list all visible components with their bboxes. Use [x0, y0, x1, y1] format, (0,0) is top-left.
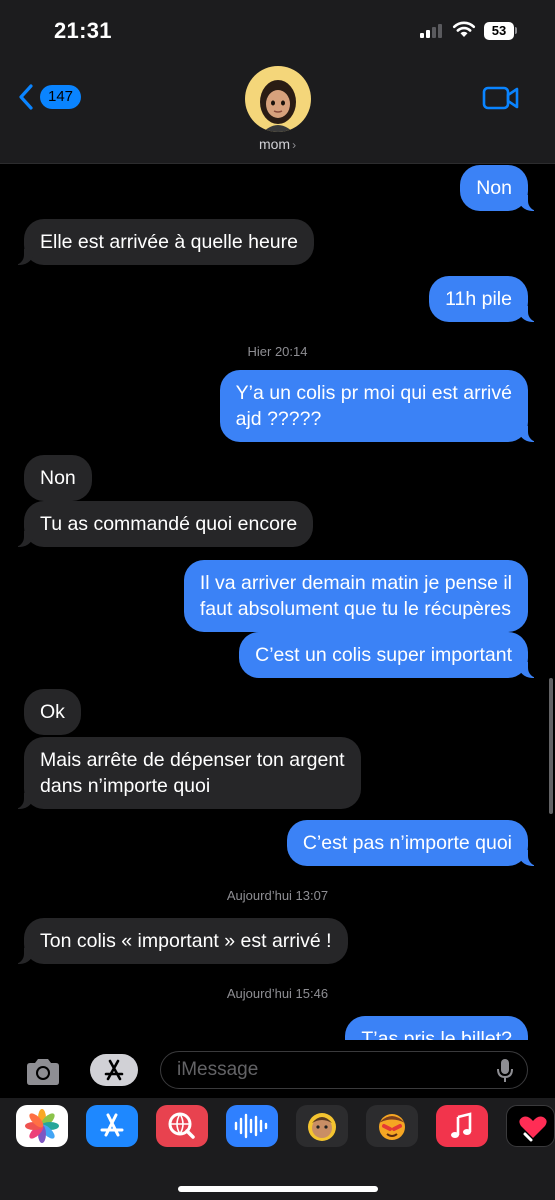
back-button[interactable]: 147	[18, 82, 88, 112]
audio-message-app-icon[interactable]	[226, 1105, 278, 1147]
digital-touch-app-icon[interactable]	[506, 1105, 555, 1147]
contact-name-button[interactable]: mom ›	[0, 136, 555, 152]
microphone-icon[interactable]	[496, 1058, 514, 1084]
message-timestamp: Aujourd’hui 15:46	[226, 986, 329, 1001]
message-timestamp: Aujourd’hui 13:07	[226, 888, 329, 903]
battery-tip	[515, 27, 517, 34]
message-bubble-outgoing[interactable]: C’est pas n’importe quoi	[286, 820, 541, 866]
message-bubble-incoming[interactable]: Mais arrête de dépenser ton argent dans …	[12, 737, 361, 809]
home-indicator[interactable]	[178, 1186, 378, 1192]
photos-app-icon[interactable]	[16, 1105, 68, 1147]
status-bar: 21:31 53	[0, 0, 555, 60]
scroll-indicator[interactable]	[549, 678, 553, 814]
battery-level: 53	[484, 22, 514, 40]
status-time: 21:31	[54, 18, 112, 43]
message-bubble-outgoing[interactable]: Non	[460, 165, 540, 211]
message-bubble-incoming[interactable]: Tu as commandé quoi encore	[11, 501, 314, 547]
chevron-right-icon: ›	[292, 138, 297, 152]
contact-name: mom	[258, 136, 291, 152]
message-bubble-incoming[interactable]: Ton colis « important » est arrivé !	[12, 918, 348, 964]
message-bubble-incoming[interactable]: Elle est arrivée à quelle heure	[12, 219, 314, 265]
message-bubble-outgoing[interactable]: C’est un colis super important	[239, 632, 540, 678]
memoji-app-icon[interactable]	[296, 1105, 348, 1147]
unread-count-badge: 147	[40, 85, 82, 109]
message-timestamp: Hier 20:14	[247, 344, 308, 359]
imessage-app-strip	[0, 1098, 555, 1200]
app-store-app-icon[interactable]	[86, 1105, 138, 1147]
chevron-left-icon	[19, 84, 33, 110]
camera-icon[interactable]	[24, 1057, 62, 1087]
contact-avatar[interactable]	[245, 66, 311, 132]
video-call-icon[interactable]	[482, 84, 520, 112]
app-store-icon	[104, 1059, 124, 1081]
conversation-header: 147 mom ›	[0, 60, 555, 164]
message-bubble-outgoing[interactable]: 11h pile	[429, 276, 540, 322]
cellular-signal-icon	[420, 24, 446, 38]
message-bubble-incoming[interactable]: Ok	[24, 689, 81, 735]
apps-button[interactable]	[90, 1054, 138, 1086]
memoji-avatar-icon	[260, 80, 296, 132]
message-bubble-incoming[interactable]: Non	[24, 455, 92, 501]
compose-bar	[0, 1040, 555, 1098]
memoji-stickers-app-icon[interactable]	[366, 1105, 418, 1147]
message-bubble-outgoing[interactable]: Il va arriver demain matin je pense il f…	[183, 560, 528, 632]
message-thread[interactable]: Non Elle est arrivée à quelle heure 11h …	[0, 165, 555, 1045]
message-bubble-outgoing[interactable]: Y’a un colis pr moi qui est arrivé ajd ?…	[219, 370, 541, 442]
wifi-icon	[452, 21, 476, 37]
music-app-icon[interactable]	[436, 1105, 488, 1147]
imessage-input[interactable]	[160, 1051, 528, 1089]
web-search-app-icon[interactable]	[156, 1105, 208, 1147]
